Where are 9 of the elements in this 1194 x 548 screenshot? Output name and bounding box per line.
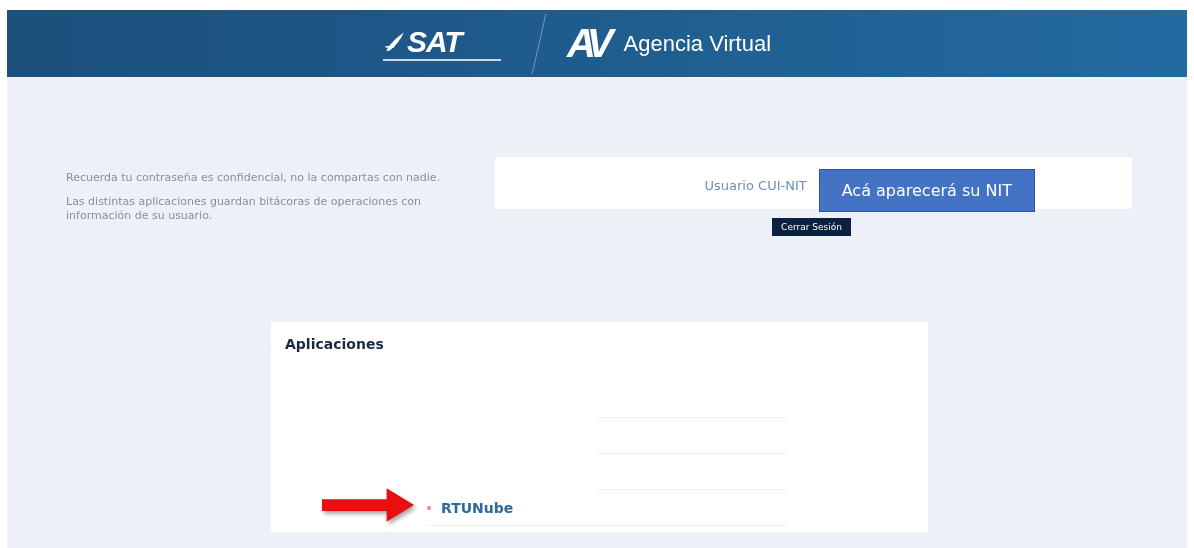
bullet-icon	[427, 505, 431, 510]
applications-title: Aplicaciones	[285, 336, 385, 352]
application-link[interactable]: RTUNube	[441, 499, 514, 516]
notice-text: Las distintas aplicaciones guardan bitácoras de operaciones con información de su usuario.	[66, 195, 423, 223]
nit-callout: Acá aparecerá su NIT	[818, 168, 1035, 212]
agency-title: Agencia Virtual	[623, 30, 772, 57]
notice-text: Recuerda tu contraseña es confidencial, no la compartas con nadie.	[66, 171, 442, 185]
user-label: Usuario CUI-NIT	[704, 177, 807, 193]
logout-button[interactable]: Cerrar Sesión	[772, 218, 851, 236]
